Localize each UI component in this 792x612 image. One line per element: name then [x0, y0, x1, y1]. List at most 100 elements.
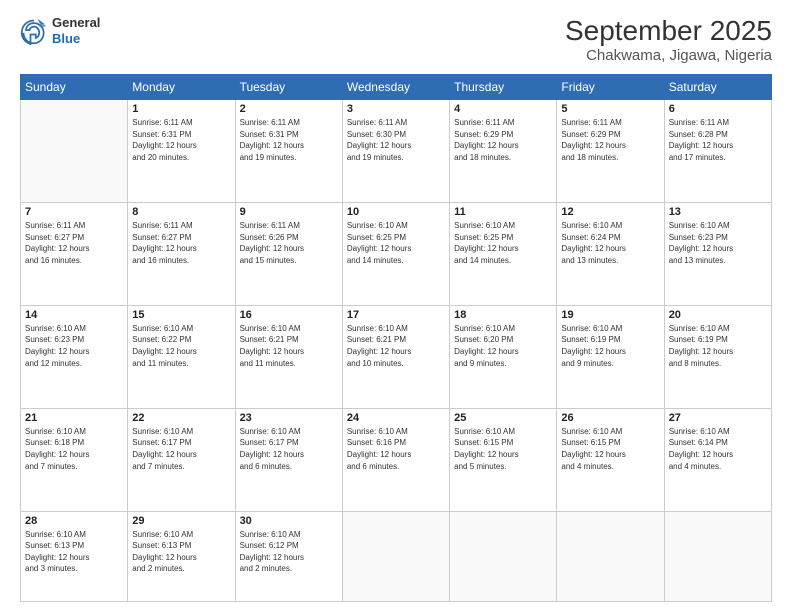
header-sunday: Sunday [21, 75, 128, 100]
day-number: 26 [561, 412, 659, 424]
logo-blue: Blue [52, 31, 100, 47]
day-number: 24 [347, 412, 445, 424]
day-number: 13 [669, 206, 767, 218]
day-info: Sunrise: 6:10 AM Sunset: 6:13 PM Dayligh… [132, 529, 230, 575]
weekday-header-row: Sunday Monday Tuesday Wednesday Thursday… [21, 75, 772, 100]
day-info: Sunrise: 6:10 AM Sunset: 6:14 PM Dayligh… [669, 426, 767, 472]
logo-text: General Blue [52, 15, 100, 46]
table-row: 28 Sunrise: 6:10 AM Sunset: 6:13 PM Dayli… [21, 511, 128, 601]
day-number: 1 [132, 103, 230, 115]
day-number: 3 [347, 103, 445, 115]
day-info: Sunrise: 6:10 AM Sunset: 6:17 PM Dayligh… [132, 426, 230, 472]
day-number: 12 [561, 206, 659, 218]
day-number: 14 [25, 309, 123, 321]
table-row: 3Sunrise: 6:11 AM Sunset: 6:30 PM Daylig… [342, 100, 449, 203]
day-info: Sunrise: 6:10 AM Sunset: 6:25 PM Dayligh… [454, 220, 552, 266]
header-friday: Friday [557, 75, 664, 100]
header-wednesday: Wednesday [342, 75, 449, 100]
header-monday: Monday [128, 75, 235, 100]
table-row: 6 Sunrise: 6:11 AM Sunset: 6:28 PM Daylig… [664, 100, 771, 203]
day-info: Sunrise: 6:11 AM Sunset: 6:31 PM Dayligh… [132, 117, 230, 163]
table-row: 23 Sunrise: 6:10 AM Sunset: 6:17 PM Dayli… [235, 408, 342, 511]
day-number: 29 [132, 515, 230, 527]
day-info: Sunrise: 6:11 AM Sunset: 6:29 PM Dayligh… [454, 117, 552, 163]
day-number: 7 [25, 206, 123, 218]
table-row: 19Sunrise: 6:10 AM Sunset: 6:19 PM Dayli… [557, 305, 664, 408]
day-number: 28 [25, 515, 123, 527]
day-info: Sunrise: 6:10 AM Sunset: 6:21 PM Dayligh… [240, 323, 338, 369]
header: General Blue September 2025 Chakwama, Ji… [20, 15, 772, 64]
day-info: Sunrise: 6:10 AM Sunset: 6:20 PM Dayligh… [454, 323, 552, 369]
header-tuesday: Tuesday [235, 75, 342, 100]
day-number: 25 [454, 412, 552, 424]
day-info: Sunrise: 6:10 AM Sunset: 6:23 PM Dayligh… [669, 220, 767, 266]
day-info: Sunrise: 6:10 AM Sunset: 6:24 PM Dayligh… [561, 220, 659, 266]
day-info: Sunrise: 6:10 AM Sunset: 6:13 PM Dayligh… [25, 529, 123, 575]
page: General Blue September 2025 Chakwama, Ji… [0, 0, 792, 612]
table-row: 26 Sunrise: 6:10 AM Sunset: 6:15 PM Dayli… [557, 408, 664, 511]
table-row: 17 Sunrise: 6:10 AM Sunset: 6:21 PM Dayli… [342, 305, 449, 408]
day-info: Sunrise: 6:11 AM Sunset: 6:28 PM Dayligh… [669, 117, 767, 163]
table-row: 24 Sunrise: 6:10 AM Sunset: 6:16 PM Dayli… [342, 408, 449, 511]
day-number: 2 [240, 103, 338, 115]
logo: General Blue [20, 15, 100, 46]
day-number: 11 [454, 206, 552, 218]
day-number: 8 [132, 206, 230, 218]
table-row: 12 Sunrise: 6:10 AM Sunset: 6:24 PM Dayli… [557, 202, 664, 305]
day-info: Sunrise: 6:10 AM Sunset: 6:15 PM Dayligh… [561, 426, 659, 472]
location: Chakwama, Jigawa, Nigeria [565, 47, 772, 64]
header-thursday: Thursday [450, 75, 557, 100]
day-info: Sunrise: 6:10 AM Sunset: 6:22 PM Dayligh… [132, 323, 230, 369]
day-number: 6 [669, 103, 767, 115]
table-row: 8Sunrise: 6:11 AM Sunset: 6:27 PM Daylig… [128, 202, 235, 305]
month-title: September 2025 [565, 15, 772, 47]
table-row: 10 Sunrise: 6:10 AM Sunset: 6:25 PM Dayli… [342, 202, 449, 305]
table-row: 1 Sunrise: 6:11 AM Sunset: 6:31 PM Daylig… [128, 100, 235, 203]
day-number: 9 [240, 206, 338, 218]
day-number: 10 [347, 206, 445, 218]
header-saturday: Saturday [664, 75, 771, 100]
day-info: Sunrise: 6:10 AM Sunset: 6:19 PM Dayligh… [561, 323, 659, 369]
day-info: Sunrise: 6:10 AM Sunset: 6:25 PM Dayligh… [347, 220, 445, 266]
table-row: 7 Sunrise: 6:11 AM Sunset: 6:27 PM Daylig… [21, 202, 128, 305]
day-number: 5 [561, 103, 659, 115]
day-info: Sunrise: 6:10 AM Sunset: 6:21 PM Dayligh… [347, 323, 445, 369]
table-row: 14 Sunrise: 6:10 AM Sunset: 6:23 PM Dayli… [21, 305, 128, 408]
title-block: September 2025 Chakwama, Jigawa, Nigeria [565, 15, 772, 64]
day-info: Sunrise: 6:10 AM Sunset: 6:23 PM Dayligh… [25, 323, 123, 369]
day-info: Sunrise: 6:10 AM Sunset: 6:12 PM Dayligh… [240, 529, 338, 575]
table-row: 11 Sunrise: 6:10 AM Sunset: 6:25 PM Dayli… [450, 202, 557, 305]
table-row: 18 Sunrise: 6:10 AM Sunset: 6:20 PM Dayli… [450, 305, 557, 408]
day-number: 18 [454, 309, 552, 321]
table-row [21, 100, 128, 203]
table-row: 4 Sunrise: 6:11 AM Sunset: 6:29 PM Daylig… [450, 100, 557, 203]
day-number: 17 [347, 309, 445, 321]
day-number: 27 [669, 412, 767, 424]
table-row: 25 Sunrise: 6:10 AM Sunset: 6:15 PM Dayli… [450, 408, 557, 511]
calendar-table: Sunday Monday Tuesday Wednesday Thursday… [20, 74, 772, 602]
table-row: 2 Sunrise: 6:11 AM Sunset: 6:31 PM Daylig… [235, 100, 342, 203]
table-row: 16Sunrise: 6:10 AM Sunset: 6:21 PM Dayli… [235, 305, 342, 408]
table-row: 9Sunrise: 6:11 AM Sunset: 6:26 PM Daylig… [235, 202, 342, 305]
day-number: 21 [25, 412, 123, 424]
table-row: 29 Sunrise: 6:10 AM Sunset: 6:13 PM Dayli… [128, 511, 235, 601]
table-row: 13 Sunrise: 6:10 AM Sunset: 6:23 PM Dayli… [664, 202, 771, 305]
day-number: 22 [132, 412, 230, 424]
day-number: 4 [454, 103, 552, 115]
day-info: Sunrise: 6:10 AM Sunset: 6:19 PM Dayligh… [669, 323, 767, 369]
day-info: Sunrise: 6:10 AM Sunset: 6:15 PM Dayligh… [454, 426, 552, 472]
logo-general: General [52, 15, 100, 31]
day-number: 23 [240, 412, 338, 424]
table-row: 15 Sunrise: 6:10 AM Sunset: 6:22 PM Dayli… [128, 305, 235, 408]
day-info: Sunrise: 6:11 AM Sunset: 6:29 PM Dayligh… [561, 117, 659, 163]
table-row [450, 511, 557, 601]
table-row: 5 Sunrise: 6:11 AM Sunset: 6:29 PM Daylig… [557, 100, 664, 203]
table-row [664, 511, 771, 601]
day-info: Sunrise: 6:11 AM Sunset: 6:31 PM Dayligh… [240, 117, 338, 163]
day-info: Sunrise: 6:10 AM Sunset: 6:18 PM Dayligh… [25, 426, 123, 472]
day-info: Sunrise: 6:10 AM Sunset: 6:16 PM Dayligh… [347, 426, 445, 472]
day-info: Sunrise: 6:11 AM Sunset: 6:27 PM Dayligh… [25, 220, 123, 266]
table-row: 21 Sunrise: 6:10 AM Sunset: 6:18 PM Dayli… [21, 408, 128, 511]
day-number: 15 [132, 309, 230, 321]
day-info: Sunrise: 6:10 AM Sunset: 6:17 PM Dayligh… [240, 426, 338, 472]
